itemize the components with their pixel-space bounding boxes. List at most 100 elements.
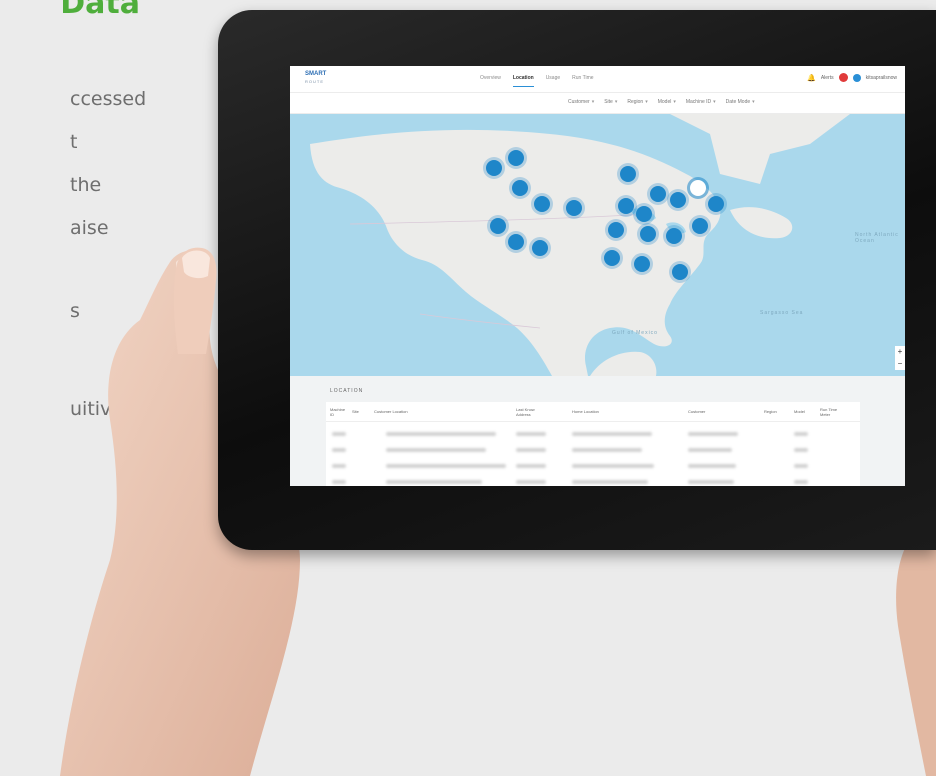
alert-badge-icon[interactable] [838,73,848,82]
tab-location[interactable]: Location [512,75,534,87]
blurred-cell [794,432,808,436]
right-hand [896,526,936,776]
blurred-cell [572,432,652,436]
map-marker[interactable] [708,196,724,212]
filter-date-mode[interactable]: Date Mode ▾ [726,99,755,105]
blurred-cell [688,480,734,484]
filter-label: Model [657,99,672,105]
filter-label: Site [604,99,613,105]
map-marker[interactable] [508,234,524,250]
map-marker[interactable] [608,222,624,238]
column-header[interactable]: Customer Location [374,409,408,414]
tab-usage[interactable]: Usage [546,75,560,87]
blurred-cell [572,448,642,452]
column-header[interactable]: Machine ID [330,407,345,417]
map-marker[interactable] [532,240,548,256]
map-marker[interactable] [566,200,582,216]
map-marker[interactable] [604,250,620,266]
column-header[interactable]: Last Know Address [516,407,546,417]
map-marker[interactable] [534,196,550,212]
filter-label: Region [627,99,644,105]
map-marker[interactable] [666,228,682,244]
blurred-cell [688,448,732,452]
filter-label: Customer [568,99,590,105]
filter-site[interactable]: Site ▾ [604,99,617,105]
column-header[interactable]: Home Location [572,409,599,414]
logo-subtext: ROUTE [305,79,324,84]
map-marker[interactable] [512,180,528,196]
section-title: LOCATION [330,388,364,394]
blurred-cell [332,432,346,436]
app-header: SMART ROUTE Overview Location Usage Run … [290,66,905,93]
map-marker[interactable] [618,198,634,214]
left-thumb [173,247,217,354]
filter-region[interactable]: Region ▾ [627,99,647,105]
header-actions: 🔔 Alerts kitsaprailsnow [807,73,897,82]
column-header[interactable]: Run Time Meter [820,407,840,417]
chevron-down-icon: ▾ [591,99,595,105]
column-header[interactable]: Model [794,409,805,414]
map-marker[interactable] [650,186,666,202]
blurred-cell [386,464,506,468]
blurred-cell [516,448,546,452]
map-marker[interactable] [672,264,688,280]
filter-model[interactable]: Model ▾ [658,99,676,105]
zoom-in-button[interactable]: + [895,346,905,358]
column-header[interactable]: Region [764,409,777,414]
column-header[interactable]: Customer [688,409,705,414]
blurred-cell [386,480,482,484]
blurred-cell [572,464,654,468]
chevron-down-icon: ▾ [673,99,676,105]
water-label: Gulf of Mexico [612,330,658,336]
map-landmass [290,114,850,376]
tab-overview[interactable]: Overview [480,75,501,87]
filter-machine-id[interactable]: Machine ID ▾ [686,99,716,105]
chevron-down-icon: ▾ [752,99,755,105]
map-marker[interactable] [636,206,652,222]
user-icon[interactable] [852,73,861,82]
location-section: LOCATION Machine ID Site Customer Locati… [290,376,905,486]
app-logo[interactable]: SMART ROUTE [305,71,339,85]
filter-label: Machine ID [685,99,712,105]
filter-label: Date Mode [725,99,751,105]
column-header[interactable]: Site [352,409,359,414]
map-marker[interactable] [486,160,502,176]
blurred-cell [794,464,808,468]
alerts-label[interactable]: Alerts [821,75,834,81]
map-marker[interactable] [670,192,686,208]
map-marker[interactable] [634,256,650,272]
water-label: North Atlantic Ocean [855,232,899,244]
filter-bar: Customer ▾ Site ▾ Region ▾ Model ▾ Machine I… [290,93,905,114]
blurred-cell [516,480,546,484]
bell-icon[interactable]: 🔔 [807,74,816,82]
map-marker-selected[interactable] [690,180,706,196]
filter-list: Customer ▾ Site ▾ Region ▾ Model ▾ Machine I… [568,99,755,105]
logo-text: SMART [305,71,327,77]
map-marker[interactable] [620,166,636,182]
blurred-cell [794,448,808,452]
blurred-cell [516,464,546,468]
blurred-cell [516,432,546,436]
chevron-down-icon: ▾ [645,99,648,105]
location-map[interactable]: North Atlantic Ocean Gulf of Mexico Sarg… [290,114,905,376]
chevron-down-icon: ▾ [713,99,716,105]
user-label[interactable]: kitsaprailsnow [866,75,897,81]
map-marker[interactable] [692,218,708,234]
nav-tabs: Overview Location Usage Run Time [480,75,594,87]
zoom-out-button[interactable]: − [895,358,905,370]
blurred-cell [688,464,736,468]
blurred-cell [794,480,808,484]
chevron-down-icon: ▾ [614,99,618,105]
map-marker[interactable] [640,226,656,242]
table-header: Machine ID Site Customer Location Last K… [326,407,860,422]
map-marker[interactable] [490,218,506,234]
blurred-cell [386,432,496,436]
blurred-cell [572,480,648,484]
blurred-cell [332,464,346,468]
blurred-cell [386,448,486,452]
map-marker[interactable] [508,150,524,166]
filter-customer[interactable]: Customer ▾ [568,99,594,105]
tab-run-time[interactable]: Run Time [572,75,593,87]
tablet-screen: SMART ROUTE Overview Location Usage Run … [290,66,905,486]
water-label: Sargasso Sea [760,310,804,316]
